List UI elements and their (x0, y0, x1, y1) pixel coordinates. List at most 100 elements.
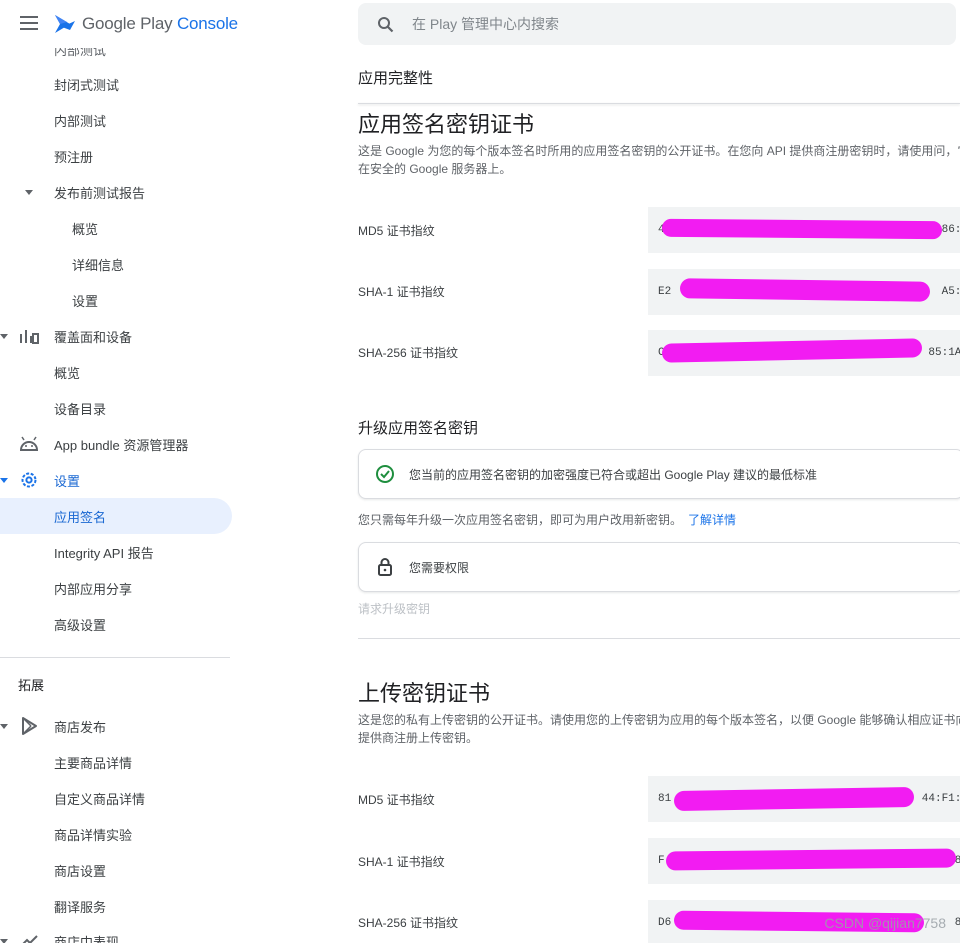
sidebar-item-label: 概览 (72, 221, 99, 237)
status-message: 您当前的应用签名密钥的加密强度已符合或超出 Google Play 建议的最低标… (409, 467, 818, 482)
sidebar-item-label: 自定义商品详情 (54, 791, 146, 807)
sidebar-item-label: 商店设置 (54, 863, 107, 879)
fingerprint-value[interactable]: 4 86:1 (648, 207, 960, 253)
fingerprint-label: SHA-256 证书指纹 (358, 346, 459, 360)
section-description-app-signing: 这是 Google 为您的每个版本签名时所用的应用签名密钥的公开证书。在您向 A… (358, 144, 960, 176)
sidebar-item-translation-services[interactable]: 翻译服务 (0, 888, 232, 924)
sidebar-item-pre-launch-report[interactable]: 发布前测试报告 (0, 174, 232, 210)
fingerprint-head: F (658, 855, 665, 867)
app-title: Google Play Console (82, 14, 238, 33)
sidebar-item-app-bundle-explorer[interactable]: App bundle 资源管理器 (0, 426, 232, 462)
gear-icon (18, 470, 40, 490)
sidebar-item-closed-testing[interactable]: 封闭式测试 (0, 66, 232, 102)
sidebar-item-integrity-api-report[interactable]: Integrity API 报告 (0, 534, 232, 570)
section-title-app-signing: 应用签名密钥证书 (358, 112, 535, 137)
sidebar-item-store-performance[interactable]: 商店中表现 (0, 923, 232, 943)
sidebar-item-prelaunch-overview[interactable]: 概览 (0, 210, 232, 246)
sidebar-item-device-catalog[interactable]: 设备目录 (0, 390, 232, 426)
fingerprint-head: 4 (658, 224, 665, 236)
upgrade-note-text: 您只需每年升级一次应用签名密钥，即可为用户改用新密钥。 (358, 513, 683, 527)
fingerprint-head: E2 (658, 286, 672, 298)
caret-down-icon (0, 478, 8, 483)
fingerprint-tail: 8: (954, 855, 960, 867)
learn-more-link[interactable]: 了解详情 (688, 513, 736, 527)
sidebar-item-settings[interactable]: 设置 (0, 462, 232, 498)
main-content: 应用完整性 应用签名密钥证书 这是 Google 为您的每个版本签名时所用的应用… (340, 0, 960, 943)
sidebar-item-label: 预注册 (54, 149, 94, 165)
sidebar-item-label: 设备目录 (54, 401, 107, 417)
sidebar-item-internal-app-sharing[interactable]: 内部应用分享 (0, 570, 232, 606)
sidebar-item-custom-store-listings[interactable]: 自定义商品详情 (0, 780, 232, 816)
sidebar-item-main-store-listing[interactable]: 主要商品详情 (0, 744, 232, 780)
request-upgrade-key-link[interactable]: 请求升级密钥 (358, 600, 430, 617)
sidebar-item-prelaunch-details[interactable]: 详细信息 (0, 246, 232, 282)
sidebar-divider (0, 657, 230, 658)
fingerprint-label: SHA-1 证书指纹 (358, 285, 445, 299)
header-divider (358, 103, 960, 104)
sidebar-item-label: 主要商品详情 (54, 755, 133, 771)
fingerprint-value[interactable]: 81 44:F1:0 (648, 776, 960, 822)
sidebar-item-label: 高级设置 (54, 617, 107, 633)
fingerprint-value[interactable]: E2 A5:1 (648, 269, 960, 315)
sidebar-item-prelaunch-settings[interactable]: 设置 (0, 282, 232, 318)
fingerprint-label: SHA-1 证书指纹 (358, 855, 445, 869)
sidebar-item-advanced-settings[interactable]: 高级设置 (0, 606, 232, 642)
fingerprint-label: MD5 证书指纹 (358, 793, 435, 807)
section-description-upload-key: 这是您的私有上传密钥的公开证书。请使用您的上传密钥为应用的每个版本签名，以便 G… (358, 713, 960, 745)
sidebar-item-store-presence[interactable]: 商店发布 (0, 708, 232, 744)
sidebar-item-pre-registration[interactable]: 预注册 (0, 138, 232, 174)
search-bar[interactable] (358, 3, 956, 45)
fingerprint-tail: 85:1A: (928, 347, 960, 359)
sidebar-item-store-settings[interactable]: 商店设置 (0, 852, 232, 888)
key-strength-status-card: 您当前的应用签名密钥的加密强度已符合或超出 Google Play 建议的最低标… (358, 449, 960, 499)
sidebar-item-store-listing-experiments[interactable]: 商品详情实验 (0, 816, 232, 852)
fingerprint-value[interactable]: C2 85:1A: (648, 330, 960, 376)
fingerprint-label: SHA-256 证书指纹 (358, 916, 459, 930)
search-icon (378, 17, 394, 33)
caret-down-icon (25, 190, 33, 195)
fingerprint-tail: 44:F1:0 (921, 793, 960, 805)
play-store-icon (18, 716, 40, 736)
sidebar-item-label: 详细信息 (72, 257, 125, 273)
fingerprint-head: C2 (658, 347, 672, 359)
watermark: CSDN @qijian7758 (824, 915, 946, 931)
permission-message: 您需要权限 (409, 560, 470, 575)
top-app-bar: Google Play Console (0, 0, 240, 48)
caret-down-icon (0, 334, 8, 339)
sidebar-item-label: 封闭式测试 (54, 77, 120, 93)
sidebar-item-app-signing[interactable]: 应用签名 (0, 498, 232, 534)
sidebar-item-reach-overview[interactable]: 概览 (0, 354, 232, 390)
fingerprint-head: D6 (658, 917, 672, 929)
bar-chart-icon (18, 326, 40, 346)
sidebar-item-label: 内部应用分享 (54, 581, 133, 597)
caret-down-icon (0, 724, 8, 729)
sidebar-item-label: 翻译服务 (54, 899, 107, 915)
fingerprint-tail: 86:1 (941, 224, 960, 236)
sidebar-item-label: 概览 (54, 365, 81, 381)
section-title-upgrade: 升级应用签名密钥 (358, 420, 479, 437)
navigation-sidebar: 内部测试 Google Play Console 封闭式测试 内部测试 预注册 … (0, 0, 240, 943)
section-title-upload-key: 上传密钥证书 (358, 681, 491, 706)
sidebar-item-label: 商店中表现 (54, 934, 120, 943)
menu-icon[interactable] (20, 16, 38, 30)
page-title: 应用完整性 (358, 70, 434, 87)
google-play-console-logo-icon (55, 15, 75, 33)
sidebar-item-label: Integrity API 报告 (54, 545, 154, 561)
fingerprint-value[interactable]: F 8: (648, 838, 960, 884)
search-input[interactable] (412, 13, 932, 35)
fingerprint-label: MD5 证书指纹 (358, 224, 435, 238)
sidebar-item-internal-testing[interactable]: 内部测试 (0, 102, 232, 138)
caret-down-icon (0, 939, 8, 943)
sidebar-item-reach-and-devices[interactable]: 覆盖面和设备 (0, 318, 232, 354)
upgrade-note: 您只需每年升级一次应用签名密钥，即可为用户改用新密钥。 了解详情 (358, 511, 736, 528)
section-divider (358, 638, 960, 639)
trending-up-icon (18, 931, 40, 943)
sidebar-section-title: 拓展 (18, 678, 45, 693)
fingerprint-tail: 8: (954, 917, 960, 929)
lock-icon (375, 557, 395, 577)
sidebar-item-label: 发布前测试报告 (54, 185, 146, 201)
sidebar-item-label: 商品详情实验 (54, 827, 133, 843)
sidebar-item-label: 覆盖面和设备 (54, 329, 133, 345)
fingerprint-head: 81 (658, 793, 672, 805)
sidebar-item-label: 商店发布 (54, 719, 107, 735)
